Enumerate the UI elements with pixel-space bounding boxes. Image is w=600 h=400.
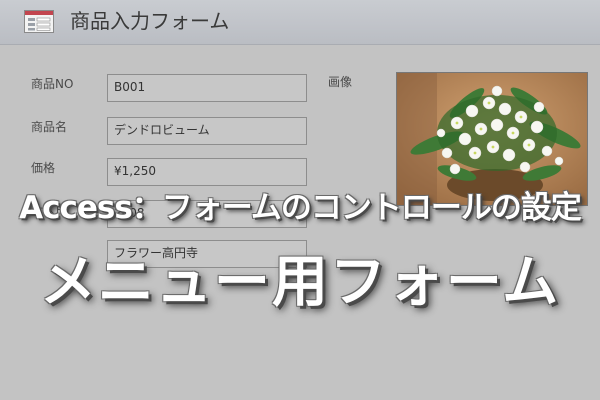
form-header: 商品入力フォーム (0, 0, 600, 45)
overlay-heading: メニュー用フォーム (39, 250, 561, 315)
price-field[interactable]: ¥1,250 (107, 158, 307, 186)
orchid-photo (397, 73, 587, 205)
field-label-price: 価格 (31, 161, 56, 175)
product-name-field[interactable]: デンドロビューム (107, 117, 307, 145)
image-label: 画像 (328, 75, 353, 89)
form-icon (24, 10, 54, 33)
field-label-product-name: 商品名 (31, 120, 68, 134)
product-no-field[interactable]: B001 (107, 74, 307, 102)
product-image (396, 72, 588, 206)
form-title: 商品入力フォーム (70, 9, 230, 33)
overlay-title: Access：フォームのコントロールの設定 (19, 190, 582, 226)
field-label-product-no: 商品NO (31, 77, 74, 91)
